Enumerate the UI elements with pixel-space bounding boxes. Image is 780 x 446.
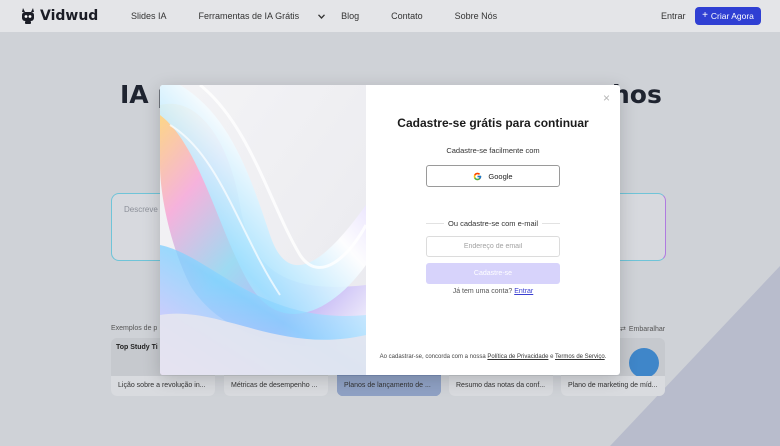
modal-subtitle: Cadastre-se facilmente com — [446, 146, 540, 155]
create-now-button[interactable]: + Criar Agora — [695, 7, 761, 25]
card-caption: Plano de marketing de míd... — [561, 376, 665, 396]
nav-item-label: Contato — [391, 11, 423, 21]
plus-icon: + — [702, 10, 708, 21]
nav-item-label: Blog — [341, 11, 360, 21]
card-caption: Lição sobre a revolução in... — [111, 376, 215, 396]
shuffle-icon: ⇄ — [620, 326, 626, 333]
nav-login-link[interactable]: Entrar — [661, 11, 686, 21]
shuffle-label: Embaralhar — [628, 325, 666, 333]
create-now-label: Criar Agora — [710, 11, 754, 21]
navbar: Vidwud Slides IA Ferramentas de IA Gráti… — [0, 0, 780, 32]
terms-of-service-link[interactable]: Termos de Serviço — [555, 354, 605, 360]
nav-item-slides[interactable]: Slides IA — [131, 11, 183, 21]
nav-item-label: Sobre Nós — [454, 11, 498, 21]
nav-item-tools[interactable]: Ferramentas de IA Grátis — [199, 11, 326, 21]
nav-menu: Slides IA Ferramentas de IA Grátis Blog … — [131, 11, 529, 21]
prompt-placeholder: Descreve — [124, 205, 158, 214]
card-thumb-title: Top Study Ti — [116, 344, 158, 351]
terms-and: e — [550, 354, 554, 360]
modal-illustration — [160, 85, 368, 375]
card-caption: Resumo das notas da conf... — [449, 376, 553, 396]
divider-text: Ou cadastre-se com e-mail — [447, 219, 539, 228]
have-account-text: Já tem uma conta? — [452, 288, 513, 295]
nav-item-label: Slides IA — [131, 11, 167, 21]
terms-suffix: . — [604, 354, 607, 360]
privacy-policy-link[interactable]: Política de Privacidade — [487, 354, 548, 360]
robot-logo-icon — [20, 7, 36, 25]
google-icon — [474, 172, 482, 180]
card-avatar — [629, 348, 659, 378]
card-caption: Métricas de desempenho ... — [224, 376, 328, 396]
email-field[interactable] — [426, 236, 560, 257]
terms-prefix: Ao cadastrar-se, concorda com a nossa — [379, 354, 486, 360]
nav-item-contact[interactable]: Contato — [391, 11, 439, 21]
card-caption: Planos de lançamento de ... — [337, 376, 441, 396]
brand-name: Vidwud — [40, 8, 99, 24]
nav-item-blog[interactable]: Blog — [341, 11, 375, 21]
google-label: Google — [488, 171, 513, 181]
nav-item-about[interactable]: Sobre Nós — [455, 11, 514, 21]
nav-item-label: Ferramentas de IA Grátis — [198, 11, 300, 21]
modal-title: Cadastre-se grátis para continuar — [397, 116, 589, 130]
signup-button[interactable]: Cadastre-se — [426, 263, 560, 284]
shuffle-button[interactable]: ⇄ Embaralhar — [620, 325, 666, 334]
signup-label: Cadastre-se — [473, 270, 513, 277]
login-prompt: Já tem uma conta? Entrar — [366, 288, 620, 295]
examples-label: Exemplos de p — [111, 325, 158, 332]
brand-logo[interactable]: Vidwud — [20, 7, 98, 25]
login-link[interactable]: Entrar — [514, 288, 533, 295]
close-icon[interactable]: × — [603, 91, 610, 105]
google-signup-button[interactable]: Google — [426, 165, 560, 187]
terms-notice: Ao cadastrar-se, concorda com a nossa Po… — [366, 354, 620, 360]
chevron-down-icon — [318, 13, 326, 19]
signup-form: × Cadastre-se grátis para continuar Cada… — [366, 85, 620, 375]
signup-modal: × Cadastre-se grátis para continuar Cada… — [160, 85, 620, 375]
